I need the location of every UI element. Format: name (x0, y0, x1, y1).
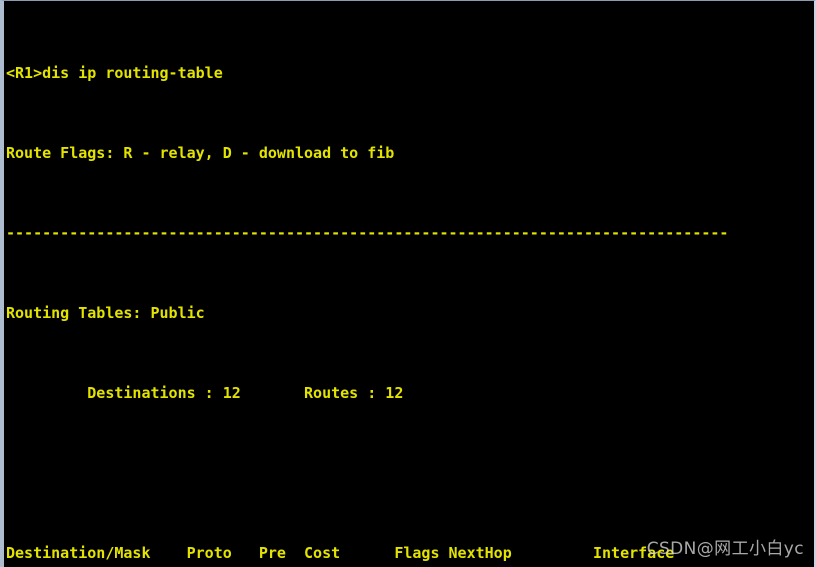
terminal-window[interactable]: <R1>dis ip routing-table Route Flags: R … (0, 0, 816, 567)
blank-spacer-1 (6, 463, 814, 483)
console-output[interactable]: <R1>dis ip routing-table Route Flags: R … (4, 1, 814, 567)
routing-tables-label: Routing Tables: Public (6, 304, 205, 322)
command-line: <R1>dis ip routing-table (6, 64, 223, 82)
separator-rule-top: ----------------------------------------… (6, 224, 729, 242)
destinations-routes-counts: Destinations : 12 Routes : 12 (6, 384, 404, 402)
route-flags-legend: Route Flags: R - relay, D - download to … (6, 144, 395, 162)
table-column-headers: Destination/Mask Proto Pre Cost Flags Ne… (6, 544, 675, 562)
